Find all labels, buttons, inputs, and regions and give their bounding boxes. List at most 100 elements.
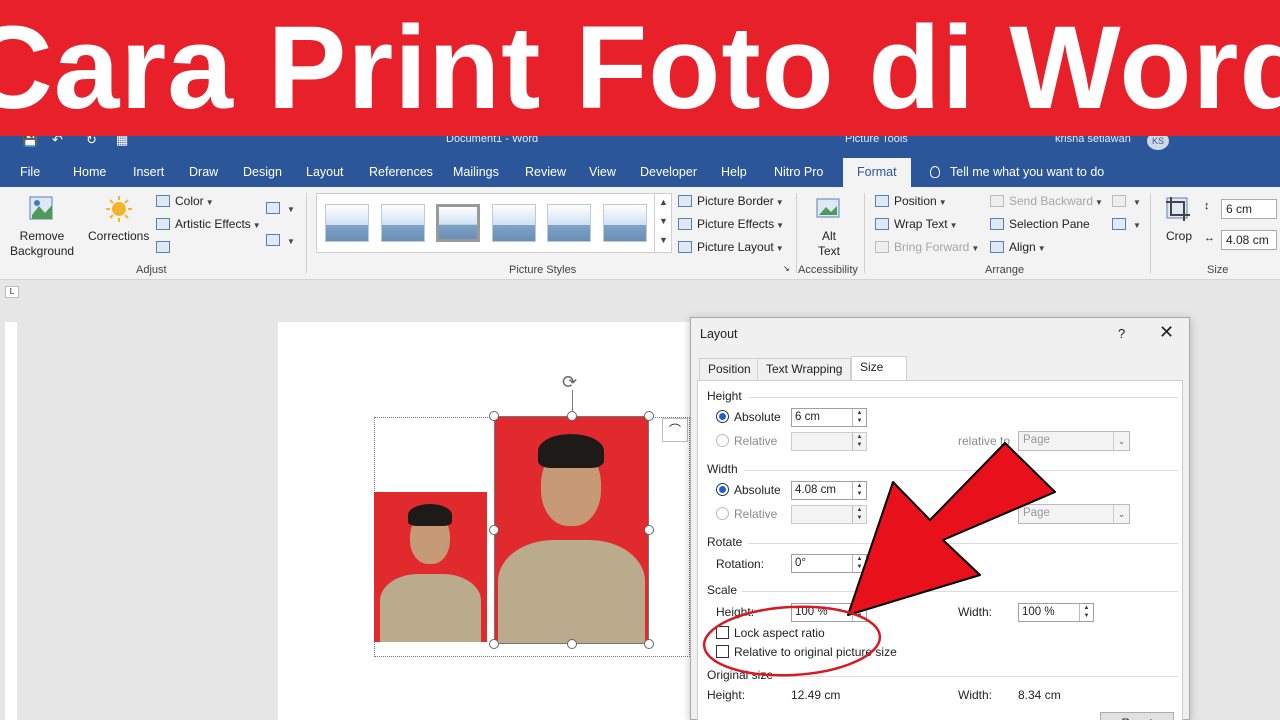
compress-pictures-button[interactable]: ▼ — [266, 201, 295, 215]
resize-handle[interactable] — [644, 525, 654, 535]
picture-style-4[interactable] — [492, 204, 536, 242]
picture-border-button[interactable]: Picture Border ▼ — [678, 194, 784, 208]
height-absolute-radio[interactable] — [716, 410, 729, 423]
tab-view[interactable]: View — [589, 158, 616, 187]
tab-review[interactable]: Review — [525, 158, 566, 187]
tab-layout[interactable]: Layout — [306, 158, 344, 187]
group-objects-button[interactable]: ▼ — [1112, 194, 1141, 208]
tab-format[interactable]: Format — [843, 158, 911, 187]
tab-size[interactable]: Size — [851, 356, 907, 380]
height-relative-radio[interactable] — [716, 434, 729, 447]
small-photo[interactable] — [374, 492, 487, 642]
rotate-handle-icon[interactable]: ⟳ — [562, 372, 577, 393]
rotation-input[interactable]: 0° ▲ ▼ — [791, 554, 867, 573]
width-absolute-input[interactable]: 4.08 cm ▲ ▼ — [791, 481, 867, 500]
tab-selector[interactable]: L — [5, 286, 19, 298]
shape-width-input[interactable]: 4.08 cm — [1221, 230, 1277, 250]
tab-nitro-pro[interactable]: Nitro Pro — [774, 158, 823, 187]
close-icon[interactable]: ✕ — [1159, 322, 1174, 343]
width-relative-to-select[interactable]: Page ⌄ — [1018, 504, 1130, 524]
tab-position[interactable]: Position — [699, 358, 760, 380]
bring-forward-label: Bring Forward — [894, 240, 970, 254]
width-relative-radio[interactable] — [716, 507, 729, 520]
wrap-text-button[interactable]: Wrap Text ▼ — [875, 217, 958, 231]
spinner-arrows-icon[interactable]: ▲ ▼ — [852, 506, 866, 523]
color-button[interactable]: Color ▼ — [156, 194, 214, 208]
spinner-arrows-icon[interactable]: ▲ ▼ — [852, 604, 866, 621]
spinner-arrows-icon[interactable]: ▲ ▼ — [852, 482, 866, 499]
scale-width-input[interactable]: 100 % ▲ ▼ — [1018, 603, 1094, 622]
tell-me-search[interactable]: Tell me what you want to do — [930, 158, 1104, 187]
document-page[interactable]: ⟳ ⌒ — [278, 322, 698, 720]
tab-draw[interactable]: Draw — [189, 158, 218, 187]
spinner-arrows-icon[interactable]: ▲ ▼ — [852, 409, 866, 426]
spinner-arrows-icon[interactable]: ▲ ▼ — [1079, 604, 1093, 621]
width-relative-input[interactable]: ▲ ▼ — [791, 505, 867, 524]
tab-text-wrapping[interactable]: Text Wrapping — [757, 358, 852, 380]
chevron-down-icon[interactable]: ▼ — [655, 212, 672, 231]
picture-effects-button[interactable]: Picture Effects ▼ — [678, 217, 784, 231]
tab-help[interactable]: Help — [721, 158, 747, 187]
resize-handle[interactable] — [567, 411, 577, 421]
layout-options-icon[interactable]: ⌒ — [662, 418, 688, 442]
crop-button[interactable]: Crop — [1166, 229, 1192, 243]
reset-picture-small-button[interactable] — [156, 240, 175, 254]
tab-insert[interactable]: Insert — [133, 158, 164, 187]
resize-handle[interactable] — [567, 639, 577, 649]
picture-styles-gallery[interactable] — [316, 193, 672, 253]
remove-background-button[interactable]: Remove Background — [10, 229, 74, 259]
resize-handle[interactable] — [644, 411, 654, 421]
tab-home[interactable]: Home — [73, 158, 106, 187]
send-backward-button[interactable]: Send Backward ▼ — [990, 194, 1103, 208]
help-button[interactable]: ? — [1118, 326, 1125, 341]
resize-handle[interactable] — [489, 411, 499, 421]
height-absolute-input[interactable]: 6 cm ▲ ▼ — [791, 408, 867, 427]
vertical-ruler[interactable] — [5, 322, 17, 720]
resize-handle[interactable] — [489, 639, 499, 649]
picture-style-5[interactable] — [547, 204, 591, 242]
tab-developer[interactable]: Developer — [640, 158, 697, 187]
change-picture-button[interactable]: ▼ — [266, 233, 295, 247]
dialog-launcher-icon[interactable]: ↘ — [783, 264, 790, 273]
tab-file[interactable]: File — [20, 158, 40, 187]
send-backward-icon — [990, 195, 1004, 207]
corrections-button[interactable]: Corrections — [88, 229, 149, 243]
resize-handle[interactable] — [489, 525, 499, 535]
position-button[interactable]: Position ▼ — [875, 194, 947, 208]
picture-style-3[interactable] — [436, 204, 480, 242]
height-absolute-value: 6 cm — [795, 411, 820, 423]
lock-aspect-ratio-checkbox[interactable] — [716, 626, 729, 639]
align-icon — [990, 241, 1004, 253]
width-absolute-radio[interactable] — [716, 483, 729, 496]
relative-to-original-checkbox[interactable] — [716, 645, 729, 658]
width-section-label: Width — [707, 462, 738, 476]
rotate-button[interactable]: ▼ — [1112, 217, 1141, 231]
gallery-scroll[interactable]: ▲ ▼ ▼ — [654, 193, 672, 253]
spinner-arrows-icon[interactable]: ▲ ▼ — [852, 555, 866, 572]
height-relative-input[interactable]: ▲ ▼ — [791, 432, 867, 451]
chevron-up-icon[interactable]: ▲ — [655, 193, 672, 212]
spinner-arrows-icon[interactable]: ▲ ▼ — [852, 433, 866, 450]
resize-handle[interactable] — [644, 639, 654, 649]
more-styles-icon[interactable]: ▼ — [655, 231, 672, 250]
reset-button[interactable]: Reset — [1100, 712, 1174, 720]
height-relative-to-select[interactable]: Page ⌄ — [1018, 431, 1130, 451]
tab-mailings[interactable]: Mailings — [453, 158, 499, 187]
shape-height-input[interactable]: 6 cm — [1221, 199, 1277, 219]
height-absolute-label: Absolute — [734, 410, 781, 424]
align-button[interactable]: Align ▼ — [990, 240, 1046, 254]
artistic-effects-button[interactable]: Artistic Effects ▼ — [156, 217, 261, 231]
scale-height-input[interactable]: 100 % ▲ ▼ — [791, 603, 867, 622]
section-divider — [748, 397, 1178, 398]
tab-design[interactable]: Design — [243, 158, 282, 187]
selection-pane-button[interactable]: Selection Pane — [990, 217, 1090, 231]
tab-references[interactable]: References — [369, 158, 433, 187]
picture-layout-button[interactable]: Picture Layout ▼ — [678, 240, 784, 254]
picture-style-6[interactable] — [603, 204, 647, 242]
alt-text-button[interactable]: Alt Text — [817, 229, 841, 259]
relative-to-original-label: Relative to original picture size — [734, 645, 897, 659]
picture-style-2[interactable] — [381, 204, 425, 242]
bring-forward-button[interactable]: Bring Forward ▼ — [875, 240, 979, 254]
scale-section-label: Scale — [707, 583, 738, 597]
picture-style-1[interactable] — [325, 204, 369, 242]
